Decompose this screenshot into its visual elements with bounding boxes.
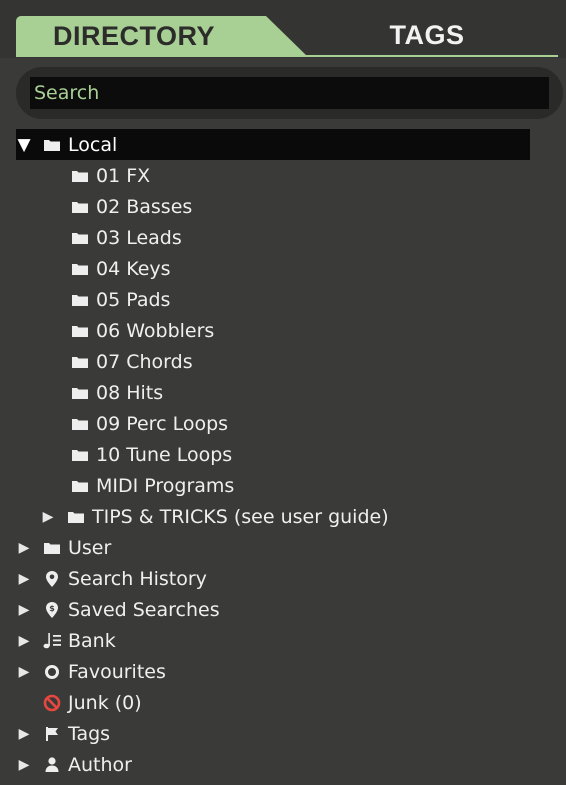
tree-item-09-perc-loops[interactable]: 09 Perc Loops [16,408,530,439]
tree-item-search-history[interactable]: ▶ Search History [16,563,530,594]
person-icon [42,755,62,775]
expand-arrow-right-icon[interactable]: ▶ [16,540,32,556]
tree-item-author[interactable]: ▶ Author [16,749,530,780]
tree-item-label: Saved Searches [68,598,220,621]
expand-arrow-right-icon[interactable]: ▶ [16,633,32,649]
folder-icon [70,383,90,403]
tree-item-label: 02 Basses [96,195,193,218]
tree-item-05-pads[interactable]: 05 Pads [16,284,530,315]
tree-item-label: 08 Hits [96,381,164,404]
expand-arrow-right-icon[interactable]: ▶ [16,571,32,587]
folder-icon [70,321,90,341]
tree-item-label: 01 FX [96,164,151,187]
tree-item-tips-and-tricks[interactable]: ▶ TIPS & TRICKS (see user guide) [16,501,530,532]
flag-icon [42,724,62,744]
svg-text:$: $ [49,603,55,612]
tree-item-label: 06 Wobblers [96,319,215,342]
tree-item-label: 09 Perc Loops [96,412,229,435]
expand-arrow-right-icon[interactable]: ▶ [16,726,32,742]
tab-underline [16,55,558,57]
tab-directory[interactable]: DIRECTORY [16,16,308,57]
tree-item-10-tune-loops[interactable]: 10 Tune Loops [16,439,530,470]
folder-icon [42,538,62,558]
folder-icon [70,414,90,434]
tab-tags[interactable]: TAGS [296,16,558,55]
tree-item-label: MIDI Programs [96,474,235,497]
tab-tags-label: TAGS [389,20,465,50]
expand-arrow-right-icon[interactable]: ▶ [16,664,32,680]
tree-item-label: 07 Chords [96,350,193,373]
tree-item-junk[interactable]: Junk (0) [16,687,530,718]
folder-icon [70,445,90,465]
tree-item-bank[interactable]: ▶ Bank [16,625,530,656]
tree-item-midi-programs[interactable]: MIDI Programs [16,470,530,501]
tree-item-04-keys[interactable]: 04 Keys [16,253,530,284]
folder-icon [66,507,86,527]
expand-arrow-down-icon[interactable]: ▼ [16,135,32,155]
tree-item-08-hits[interactable]: 08 Hits [16,377,530,408]
tree-item-user[interactable]: ▶ User [16,532,530,563]
tree-item-local[interactable]: ▼ Local [16,129,530,160]
folder-icon [70,228,90,248]
tree-item-label: 03 Leads [96,226,182,249]
tree-item-saved-searches[interactable]: ▶ $ Saved Searches [16,594,530,625]
tab-bar: DIRECTORY TAGS [0,0,566,58]
tree-item-label: 05 Pads [96,288,171,311]
bank-note-icon [42,631,62,651]
tree-item-tags[interactable]: ▶ Tags [16,718,530,749]
tree-item-06-wobblers[interactable]: 06 Wobblers [16,315,530,346]
tab-directory-label: DIRECTORY [52,21,216,51]
folder-icon [70,166,90,186]
expand-arrow-right-icon[interactable]: ▶ [16,602,32,618]
tree-item-label: Bank [68,629,116,652]
tree-item-03-leads[interactable]: 03 Leads [16,222,530,253]
no-entry-icon [42,693,62,713]
favourites-circle-icon [42,662,62,682]
folder-icon [42,135,62,155]
folder-icon [70,259,90,279]
search-container [16,67,563,119]
tree-item-label: Author [68,753,132,776]
tree-item-label: User [68,536,112,559]
folder-icon [70,352,90,372]
expand-arrow-right-icon[interactable]: ▶ [16,757,32,773]
folder-icon [70,197,90,217]
tree-item-label: 10 Tune Loops [96,443,233,466]
tree-item-label: Local [68,133,118,156]
tree-item-01-fx[interactable]: 01 FX [16,160,530,191]
tree-item-label: Junk (0) [68,691,142,714]
saved-search-pin-icon: $ [42,600,62,620]
tree-item-label: Tags [68,722,111,745]
tree-item-label: TIPS & TRICKS (see user guide) [92,505,389,528]
search-input[interactable] [30,77,549,109]
folder-icon [70,476,90,496]
tree-item-07-chords[interactable]: 07 Chords [16,346,530,377]
browser-panel: DIRECTORY TAGS ▼ Local 01 FX 02 Basses [0,0,566,785]
tree-item-label: 04 Keys [96,257,171,280]
expand-arrow-right-icon[interactable]: ▶ [40,509,56,525]
tree-item-favourites[interactable]: ▶ Favourites [16,656,530,687]
folder-icon [70,290,90,310]
tree-item-label: Search History [68,567,207,590]
location-pin-icon [42,569,62,589]
tree-item-02-basses[interactable]: 02 Basses [16,191,530,222]
tree-item-label: Favourites [68,660,166,683]
